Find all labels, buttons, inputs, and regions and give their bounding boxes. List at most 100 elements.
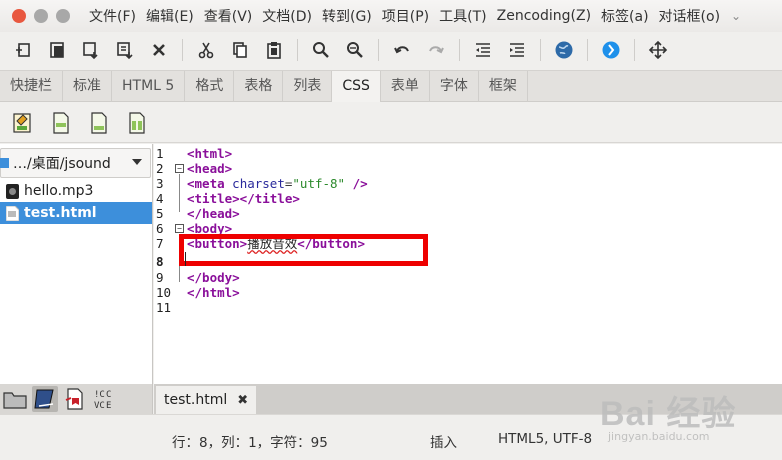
code-line: 9 </body>: [154, 270, 782, 285]
charmap-icon[interactable]: !C VC E C: [92, 386, 118, 412]
folder-icon[interactable]: [2, 386, 28, 412]
menu-project[interactable]: 项目(P): [377, 6, 434, 26]
code-line: 2 − <head>: [154, 161, 782, 176]
menu-tags[interactable]: 标签(a): [596, 6, 654, 26]
tab-format[interactable]: 格式: [185, 71, 235, 102]
file-browser-panel: …/桌面/jsound hello.mp3 test.html: [0, 144, 153, 384]
tab-font[interactable]: 字体: [430, 71, 479, 102]
code-tag: <meta: [187, 176, 225, 191]
blank-doc-icon[interactable]: [86, 110, 112, 136]
window-maximize-button[interactable]: [56, 9, 70, 23]
path-label: …/桌面/jsound: [13, 156, 111, 172]
code-tag: />: [352, 176, 368, 191]
line-number: 8: [156, 254, 164, 269]
chevron-down-icon[interactable]: [132, 159, 142, 165]
menu-document[interactable]: 文档(D): [257, 6, 317, 26]
tab-css[interactable]: CSS: [332, 71, 381, 102]
line-number: 6: [156, 221, 164, 236]
toolbar-tab-bar: 快捷栏 标准 HTML 5 格式 表格 列表 CSS 表单 字体 框架: [0, 70, 782, 102]
path-selector[interactable]: …/桌面/jsound: [0, 148, 151, 178]
tab-html5[interactable]: HTML 5: [112, 71, 186, 102]
book-icon[interactable]: [32, 386, 58, 412]
side-panel-tabs: !C VC E C: [0, 384, 153, 414]
css-dialog-icon[interactable]: [10, 110, 36, 136]
fullscreen-icon[interactable]: [644, 36, 672, 64]
menu-dialogs[interactable]: 对话框(o): [654, 6, 726, 26]
css-toolbar: [0, 103, 782, 143]
menu-view[interactable]: 查看(V): [199, 6, 258, 26]
annotation-highlight-box: [179, 234, 428, 266]
toolbar-separator: [297, 39, 298, 61]
toolbar-separator: [587, 39, 588, 61]
indent-less-icon[interactable]: [469, 36, 497, 64]
code-text: </body>: [187, 270, 240, 285]
insert-mode[interactable]: 插入: [430, 431, 457, 451]
file-item-test-html[interactable]: test.html: [0, 202, 152, 224]
style-doc-icon[interactable]: [48, 110, 74, 136]
code-text: </html>: [187, 285, 240, 300]
close-icon[interactable]: [145, 36, 173, 64]
code-text: <meta charset="utf-8" />: [187, 176, 368, 191]
menu-tools[interactable]: 工具(T): [434, 6, 491, 26]
file-item-hello-mp3[interactable]: hello.mp3: [0, 180, 152, 202]
close-tab-icon[interactable]: ✖: [237, 393, 248, 408]
toolbar-separator: [378, 39, 379, 61]
search-icon[interactable]: [307, 36, 335, 64]
code-line: 10 </html>: [154, 285, 782, 300]
toolbar-separator: [459, 39, 460, 61]
copy-icon[interactable]: [226, 36, 254, 64]
tab-form[interactable]: 表单: [381, 71, 430, 102]
window-controls: [12, 9, 70, 23]
svg-text:!C: !C: [94, 390, 105, 400]
menu-edit[interactable]: 编辑(E): [141, 6, 199, 26]
line-number: 9: [156, 270, 164, 285]
line-number: 2: [156, 161, 164, 176]
bookmark-icon[interactable]: [62, 386, 88, 412]
code-line: 1 <html>: [154, 146, 782, 161]
save-as-icon[interactable]: [111, 36, 139, 64]
menu-file[interactable]: 文件(F): [84, 6, 141, 26]
tab-list[interactable]: 列表: [283, 71, 333, 102]
cut-icon[interactable]: [192, 36, 220, 64]
menu-zencoding[interactable]: Zencoding(Z): [492, 8, 596, 24]
preview-globe-icon[interactable]: [550, 36, 578, 64]
tab-table[interactable]: 表格: [234, 71, 284, 102]
svg-text:VC: VC: [94, 401, 105, 410]
tab-standard[interactable]: 标准: [63, 71, 112, 102]
document-encoding[interactable]: HTML5, UTF-8: [498, 431, 592, 447]
paste-icon[interactable]: [260, 36, 288, 64]
toolbar-separator: [634, 39, 635, 61]
code-text: </head>: [187, 206, 240, 221]
redo-icon[interactable]: [422, 36, 450, 64]
code-tag: </body>: [187, 270, 240, 285]
line-number: 4: [156, 191, 164, 206]
file-list: hello.mp3 test.html: [0, 180, 152, 224]
code-tag: </html>: [187, 285, 240, 300]
window-close-button[interactable]: [12, 9, 26, 23]
tab-quickbar[interactable]: 快捷栏: [0, 71, 63, 102]
indent-more-icon[interactable]: [503, 36, 531, 64]
toolbar-separator: [182, 39, 183, 61]
code-text: <html>: [187, 146, 232, 161]
fold-toggle-icon[interactable]: −: [175, 224, 184, 233]
menu-goto[interactable]: 转到(G): [317, 6, 377, 26]
line-number: 11: [156, 300, 172, 315]
bluefish-icon[interactable]: [597, 36, 625, 64]
menu-bar: 文件(F) 编辑(E) 查看(V) 文档(D) 转到(G) 项目(P) 工具(T…: [0, 0, 782, 32]
chevron-down-icon[interactable]: ⌄: [731, 9, 741, 23]
search-replace-icon[interactable]: [341, 36, 369, 64]
tab-frame[interactable]: 框架: [479, 71, 528, 102]
save-icon[interactable]: [77, 36, 105, 64]
two-col-doc-icon[interactable]: [124, 110, 150, 136]
line-number: 10: [156, 285, 172, 300]
tab-test-html[interactable]: test.html ✖: [156, 386, 256, 414]
open-file-icon[interactable]: [43, 36, 71, 64]
new-file-icon[interactable]: [9, 36, 37, 64]
text-cursor: [185, 252, 186, 266]
window-minimize-button[interactable]: [34, 9, 48, 23]
fold-toggle-icon[interactable]: −: [175, 164, 184, 173]
code-text: <head>: [187, 161, 232, 176]
watermark-logo: Bai 经验: [600, 395, 737, 433]
undo-icon[interactable]: [388, 36, 416, 64]
code-editor[interactable]: 1 <html> 2 − <head> 3 <meta charset="utf…: [154, 144, 782, 384]
